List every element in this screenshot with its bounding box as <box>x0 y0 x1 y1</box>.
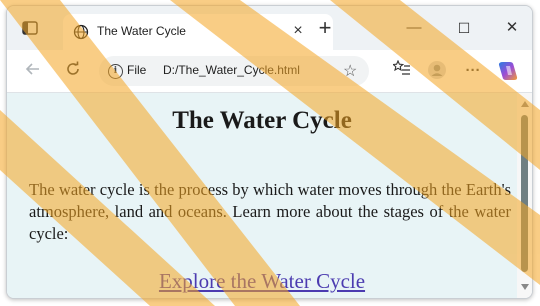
new-tab-button[interactable]: + <box>315 17 335 39</box>
star-icon[interactable]: ☆ <box>343 61 357 81</box>
scroll-up-arrow-icon[interactable] <box>521 101 529 107</box>
maximize-button[interactable]: ☐ <box>453 18 475 38</box>
copilot-icon[interactable] <box>497 60 519 82</box>
scroll-thumb[interactable] <box>521 115 528 272</box>
address-bar[interactable]: i File D:/The_Water_Cycle.html ☆ <box>99 56 369 86</box>
back-arrow-icon[interactable] <box>23 61 43 81</box>
tab-actions-icon[interactable] <box>21 19 39 37</box>
window-close-button[interactable]: ✕ <box>501 18 523 38</box>
tab-close-button[interactable]: × <box>289 22 307 40</box>
more-icon[interactable]: ··· <box>462 60 484 82</box>
explore-link[interactable]: Explore the Water Cycle <box>7 269 517 294</box>
tab-active[interactable]: The Water Cycle × <box>63 14 333 50</box>
scroll-down-arrow-icon[interactable] <box>521 284 529 290</box>
intro-paragraph: The water cycle is the process by which … <box>29 180 511 243</box>
page-content: The Water Cycle The water cycle is the p… <box>7 93 517 298</box>
reload-icon[interactable] <box>63 61 83 81</box>
tab-title: The Water Cycle <box>97 24 186 38</box>
favorites-list-icon[interactable] <box>391 59 413 82</box>
url-text[interactable]: D:/The_Water_Cycle.html <box>163 63 300 77</box>
vertical-scrollbar[interactable] <box>517 93 532 298</box>
navigation-toolbar: i File D:/The_Water_Cycle.html ☆ ··· <box>7 50 532 93</box>
browser-window: The Water Cycle × + — ☐ ✕ i File D:/The_… <box>6 5 533 299</box>
scheme-label: File <box>127 63 147 77</box>
page-title: The Water Cycle <box>172 107 352 134</box>
minimize-button[interactable]: — <box>403 18 425 38</box>
profile-icon[interactable] <box>426 60 448 82</box>
tab-strip: The Water Cycle × + — ☐ ✕ <box>7 6 532 50</box>
info-icon[interactable]: i <box>108 64 123 79</box>
globe-icon <box>73 24 89 40</box>
